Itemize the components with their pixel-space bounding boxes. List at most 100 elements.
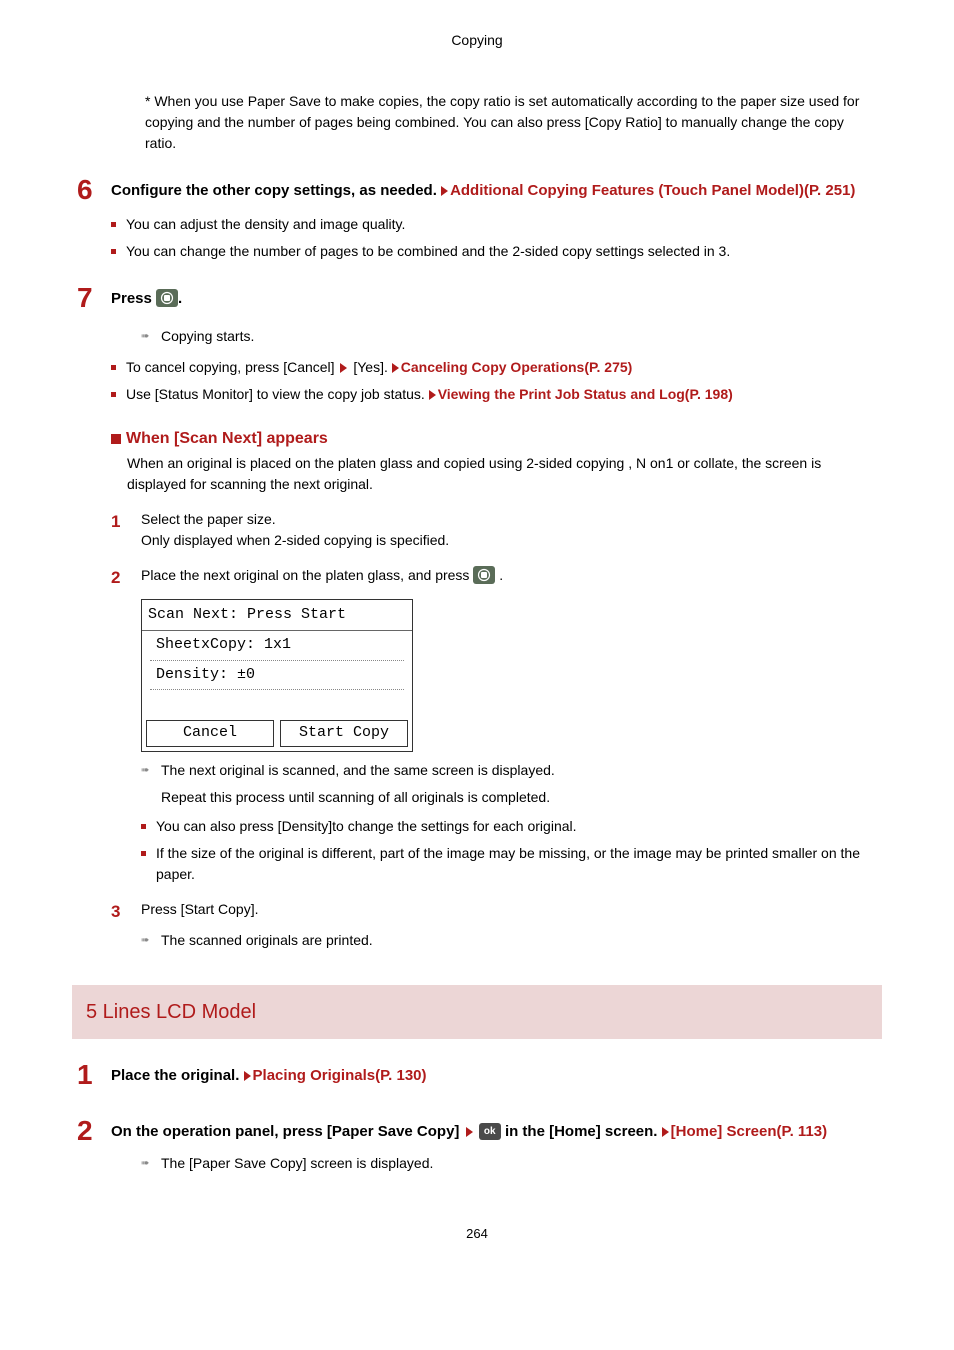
scan-next-body: When an original is placed on the platen…: [127, 453, 877, 495]
step-number: 2: [77, 1117, 111, 1145]
start-button-icon: [156, 289, 178, 307]
substep-line: Press [Start Copy].: [141, 899, 877, 920]
cross-ref-link[interactable]: Placing Originals(P. 130): [253, 1067, 427, 1084]
result-text: The next original is scanned, and the sa…: [161, 760, 555, 781]
bullet-pre: To cancel copying, press [Cancel]: [126, 359, 338, 375]
ok-button-icon: ok: [479, 1123, 501, 1140]
substep-line: Select the paper size.: [141, 509, 877, 530]
step-heading: Place the original. Placing Originals(P.…: [111, 1063, 877, 1088]
link-arrow-icon: [392, 363, 399, 373]
substep-3: 3 Press [Start Copy].: [111, 899, 877, 925]
cross-ref-link[interactable]: [Home] Screen(P. 113): [671, 1123, 827, 1140]
lcd-cancel-button: Cancel: [146, 720, 274, 747]
bullet-item: To cancel copying, press [Cancel] [Yes].…: [111, 357, 877, 378]
link-arrow-icon: [441, 186, 448, 196]
cross-ref-link[interactable]: Canceling Copy Operations(P. 275): [401, 359, 633, 375]
bullet-text: You can adjust the density and image qua…: [126, 214, 877, 235]
section2-step-1: 1 Place the original. Placing Originals(…: [77, 1063, 877, 1089]
step-number: 7: [77, 284, 111, 312]
lcd-head: Scan Next: Press Start: [142, 600, 412, 632]
bullet-mid: [Yes].: [353, 359, 391, 375]
bullet-dot-icon: [111, 365, 116, 370]
result-arrow-icon: ➠: [141, 933, 157, 948]
substep-2-bullets: You can also press [Density]to change th…: [141, 816, 877, 885]
bullet-item: You can change the number of pages to be…: [111, 241, 877, 262]
substep-number: 2: [111, 565, 141, 591]
square-bullet-icon: [111, 434, 121, 444]
bullet-dot-icon: [111, 392, 116, 397]
link-arrow-icon: [429, 390, 436, 400]
step-text-pre: Place the original.: [111, 1067, 244, 1084]
step-6-bullets: You can adjust the density and image qua…: [111, 214, 877, 262]
lcd-row: Density: ±0: [150, 661, 404, 691]
step-heading: On the operation panel, press [Paper Sav…: [111, 1119, 877, 1144]
substep-3-results: ➠ The scanned originals are printed.: [141, 930, 877, 951]
start-button-icon: [473, 566, 495, 584]
step-number: 6: [77, 176, 111, 204]
step-heading: Press .: [111, 286, 877, 311]
triangle-right-icon: [340, 363, 347, 373]
step-7-body: ➠ Copying starts.: [141, 326, 877, 347]
step-7: 7 Press .: [77, 286, 877, 312]
bullet-text: To cancel copying, press [Cancel] [Yes].…: [126, 357, 877, 378]
lcd-start-copy-button: Start Copy: [280, 720, 408, 747]
substep-1: 1 Select the paper size. Only displayed …: [111, 509, 877, 551]
step-7-bullets: To cancel copying, press [Cancel] [Yes].…: [111, 357, 877, 405]
cross-ref-link[interactable]: Additional Copying Features (Touch Panel…: [450, 182, 855, 199]
cross-ref-link[interactable]: Viewing the Print Job Status and Log(P. …: [438, 386, 733, 402]
page-container: Copying * When you use Paper Save to mak…: [0, 0, 954, 1284]
bullet-item: If the size of the original is different…: [141, 843, 877, 885]
lcd-screenshot: Scan Next: Press Start SheetxCopy: 1x1 D…: [141, 599, 413, 752]
result-arrow-icon: ➠: [141, 1156, 157, 1171]
scan-next-header: When [Scan Next] appears: [111, 427, 877, 451]
bullet-text: You can also press [Density]to change th…: [156, 816, 877, 837]
lcd-gap: [142, 690, 412, 716]
substep-number: 3: [111, 899, 141, 925]
link-arrow-icon: [662, 1127, 669, 1137]
result-arrow-icon: ➠: [141, 763, 157, 778]
bullet-dot-icon: [141, 824, 146, 829]
bullet-text: If the size of the original is different…: [156, 843, 877, 885]
step-text-pre: Press: [111, 290, 156, 307]
bullet-dot-icon: [111, 222, 116, 227]
result-arrow-icon: ➠: [141, 329, 157, 344]
bullet-item: You can adjust the density and image qua…: [111, 214, 877, 235]
result-text: The [Paper Save Copy] screen is displaye…: [161, 1153, 433, 1174]
bullet-item: You can also press [Density]to change th…: [141, 816, 877, 837]
bullet-text: You can change the number of pages to be…: [126, 241, 877, 262]
bullet-item: Use [Status Monitor] to view the copy jo…: [111, 384, 877, 405]
step-text-post: in the [Home] screen.: [505, 1123, 662, 1140]
step-heading: Configure the other copy settings, as ne…: [111, 178, 877, 203]
substep-2: 2 Place the next original on the platen …: [111, 565, 877, 591]
section2-step-2: 2 On the operation panel, press [Paper S…: [77, 1119, 877, 1145]
bullet-text: Use [Status Monitor] to view the copy jo…: [126, 384, 877, 405]
substep-post: .: [495, 567, 503, 583]
result-line-cont: Repeat this process until scanning of al…: [161, 787, 877, 808]
page-number: 264: [77, 1224, 877, 1244]
step-heading-text: Configure the other copy settings, as ne…: [111, 182, 441, 199]
bullet-dot-icon: [111, 249, 116, 254]
result-text: The scanned originals are printed.: [161, 930, 373, 951]
result-text: Copying starts.: [161, 326, 254, 347]
section2-step-2-results: ➠ The [Paper Save Copy] screen is displa…: [141, 1153, 877, 1174]
result-line: ➠ The next original is scanned, and the …: [141, 760, 877, 781]
lcd-row: SheetxCopy: 1x1: [150, 631, 404, 661]
result-line: ➠ The scanned originals are printed.: [141, 930, 877, 951]
substep-body: Press [Start Copy].: [141, 899, 877, 920]
substep-body: Place the next original on the platen gl…: [141, 565, 877, 586]
section-5-lines-header: 5 Lines LCD Model: [72, 985, 882, 1039]
result-line: ➠ Copying starts.: [141, 326, 877, 347]
result-line: ➠ The [Paper Save Copy] screen is displa…: [141, 1153, 877, 1174]
substep-number: 1: [111, 509, 141, 535]
bullet-dot-icon: [141, 851, 146, 856]
substep-line: Only displayed when 2-sided copying is s…: [141, 530, 877, 551]
link-arrow-icon: [244, 1071, 251, 1081]
page-header-title: Copying: [77, 30, 877, 51]
step-number: 1: [77, 1061, 111, 1089]
triangle-right-icon: [466, 1127, 473, 1137]
step-6: 6 Configure the other copy settings, as …: [77, 178, 877, 204]
substep-body: Select the paper size. Only displayed wh…: [141, 509, 877, 551]
substep-2-results: ➠ The next original is scanned, and the …: [141, 760, 877, 808]
subsection-title: When [Scan Next] appears: [126, 427, 328, 451]
bullet-pre: Use [Status Monitor] to view the copy jo…: [126, 386, 429, 402]
